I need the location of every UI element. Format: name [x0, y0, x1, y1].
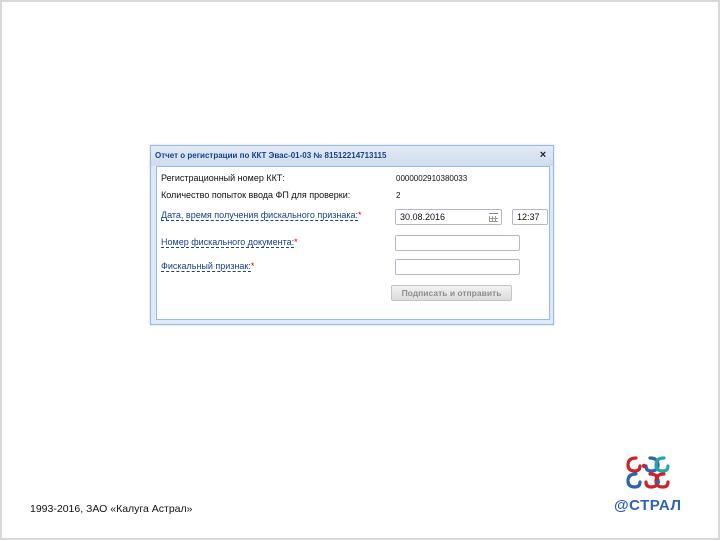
time-value: 12:37 — [517, 212, 540, 222]
fiscal-sign-input[interactable] — [395, 259, 520, 275]
doc-number-input[interactable] — [395, 235, 520, 251]
required-mark: * — [294, 237, 298, 247]
fiscal-sign-label[interactable]: Фискальный признак: — [161, 261, 251, 272]
calendar-icon[interactable] — [489, 213, 498, 222]
reg-number-value: 0000002910380033 — [396, 174, 468, 183]
dialog-body: Регистрационный номер ККТ: 0000002910380… — [156, 166, 550, 320]
dialog-header: Отчет о регистрации по ККТ Эвас-01-03 № … — [151, 146, 553, 166]
doc-number-label-group: Номер фискального документа:* — [161, 237, 298, 248]
date-value: 30.08.2016 — [400, 212, 446, 222]
registration-report-dialog: Отчет о регистрации по ККТ Эвас-01-03 № … — [150, 145, 554, 325]
fiscal-sign-label-group: Фискальный признак:* — [161, 261, 255, 272]
copyright-text: 1993-2016, ЗАО «Калуга Астрал» — [30, 503, 193, 515]
datetime-label-group: Дата, время получения фискального призна… — [161, 210, 362, 221]
sign-and-send-button[interactable]: Подписать и отправить — [391, 285, 512, 301]
astral-wordmark: @СТРАЛ — [614, 497, 682, 514]
attempts-label: Количество попыток ввода ФП для проверки… — [161, 190, 351, 200]
reg-number-label: Регистрационный номер ККТ: — [161, 173, 285, 183]
time-field[interactable]: 12:37 — [512, 209, 548, 225]
doc-number-label[interactable]: Номер фискального документа: — [161, 237, 295, 248]
dialog-title: Отчет о регистрации по ККТ Эвас-01-03 № … — [155, 151, 387, 160]
attempts-value: 2 — [396, 191, 401, 200]
required-mark: * — [250, 261, 255, 271]
required-mark: * — [358, 210, 362, 220]
datetime-label[interactable]: Дата, время получения фискального призна… — [161, 210, 359, 221]
date-field[interactable]: 30.08.2016 — [395, 209, 502, 225]
close-icon[interactable]: × — [537, 149, 549, 161]
